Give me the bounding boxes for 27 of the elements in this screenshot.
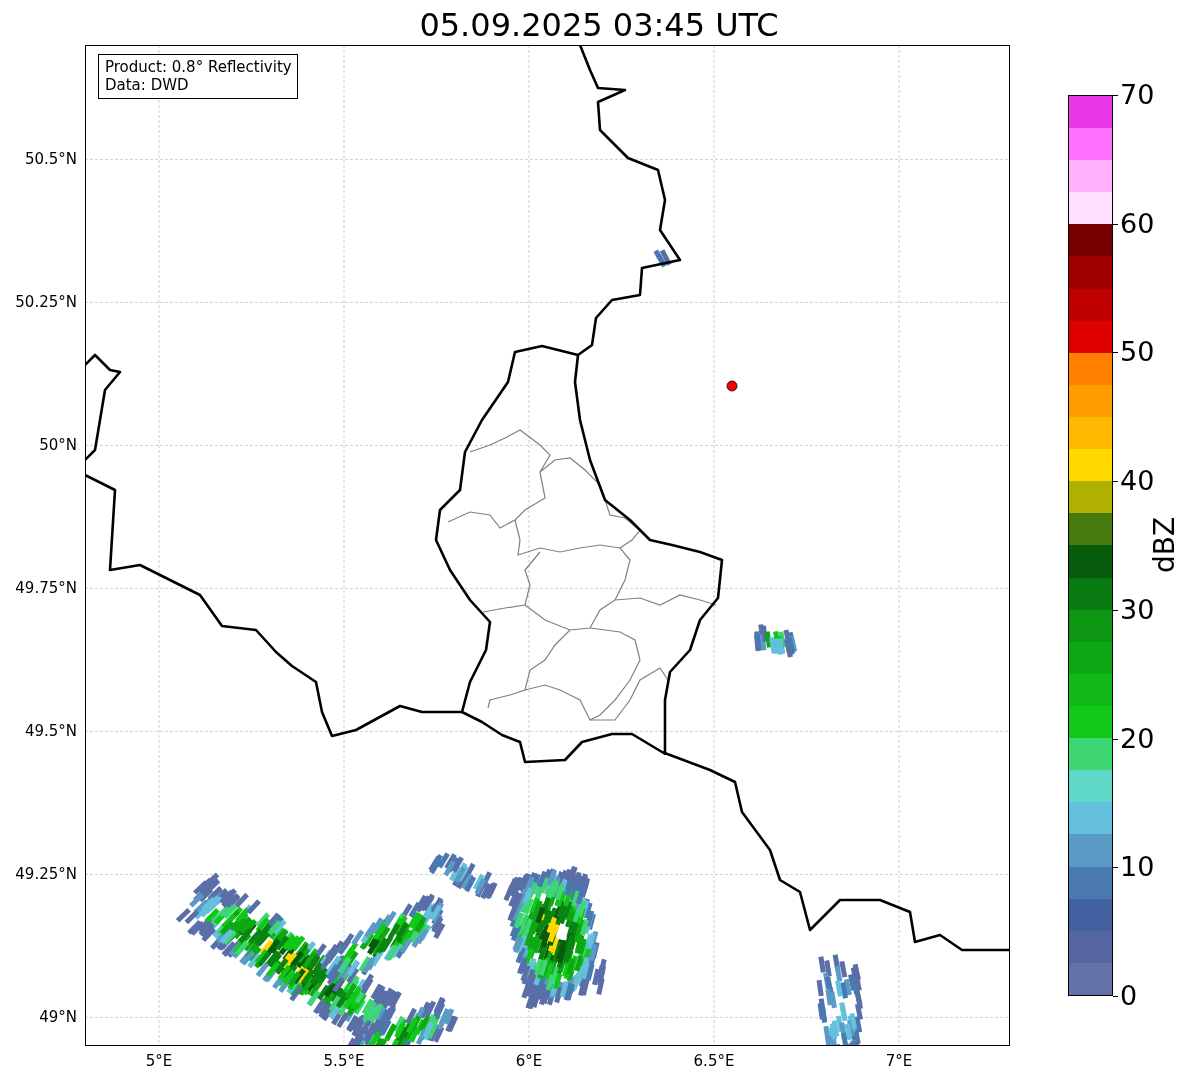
axis-tick-label: 49.25°N [15,865,77,884]
colorbar-tick-label: 40 [1120,466,1155,497]
axis-tick-label: 50.25°N [15,293,77,312]
axis-tick-label: 6.5°E [693,1052,735,1070]
radar-site-marker [726,380,738,392]
radar-echo [653,249,672,268]
info-text: Product: 0.8° Reflectivity [105,58,292,76]
colorbar-tick-label: 60 [1120,208,1155,239]
axis-tick-label: 49.5°N [24,722,77,741]
colorbar-tick-label: 30 [1120,594,1155,625]
colorbar-tick-label: 0 [1120,981,1138,1011]
colorbar-tick-label: 10 [1120,852,1155,883]
chart-title: 05.09.2025 03:45 UTC [419,5,779,45]
axis-tick-label: 50°N [39,436,77,455]
radar-echo [754,624,798,658]
colorbar-tick-label: 70 [1120,80,1155,110]
axis-tick-label: 6°E [515,1052,543,1070]
colorbar-tick-label: 20 [1120,723,1155,754]
info-text: Data: DWD [105,76,190,94]
axis-tick-label: 49.75°N [15,579,77,598]
axis-tick-label: 50.5°N [24,150,77,169]
colorbar-label: dBZ [1147,516,1181,574]
colorbar-tick-label: 50 [1120,337,1155,368]
axis-tick-label: 5°E [145,1052,173,1070]
axis-tick-label: 49°N [39,1008,77,1027]
axis-tick-label: 7°E [885,1052,913,1070]
axis-tick-label: 5.5°E [323,1052,365,1070]
